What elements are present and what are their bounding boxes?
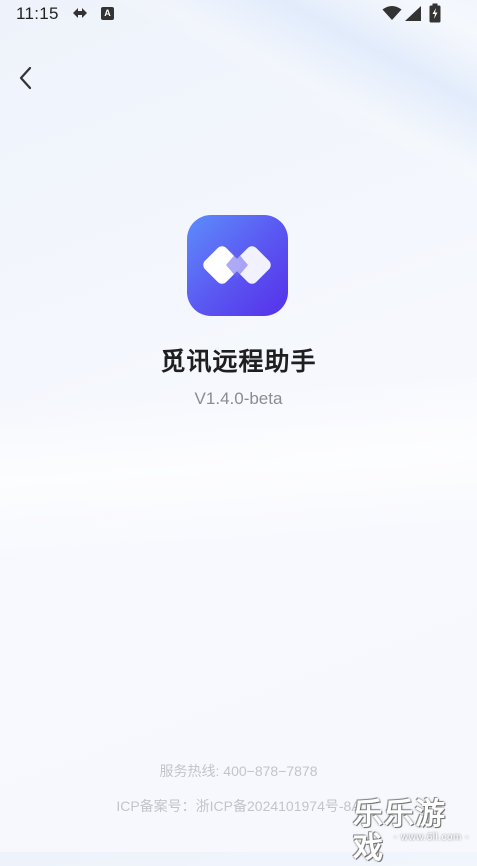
sync-icon bbox=[72, 6, 88, 25]
signal-icon bbox=[404, 5, 422, 27]
wifi-icon bbox=[382, 5, 402, 26]
status-bar: 11:15 A bbox=[0, 0, 477, 28]
status-time: 11:15 bbox=[16, 4, 59, 23]
watermark-url: - www.6ll.com - bbox=[393, 832, 469, 843]
background-light-ray bbox=[0, 348, 477, 572]
two-diamonds-logo-icon bbox=[203, 246, 271, 284]
app-version: V1.4.0-beta bbox=[194, 389, 283, 408]
chevron-left-icon bbox=[19, 66, 32, 90]
a-badge-icon: A bbox=[101, 7, 114, 20]
background-light-ray bbox=[132, 0, 477, 318]
site-watermark: 乐乐游戏 - www.6ll.com - bbox=[353, 798, 471, 865]
battery-charging-icon bbox=[429, 3, 441, 28]
back-button[interactable] bbox=[14, 62, 42, 94]
app-logo bbox=[187, 215, 288, 316]
app-name: 觅讯远程助手 bbox=[160, 348, 317, 376]
service-hotline[interactable]: 服务热线: 400−878−7878 bbox=[0, 761, 477, 781]
